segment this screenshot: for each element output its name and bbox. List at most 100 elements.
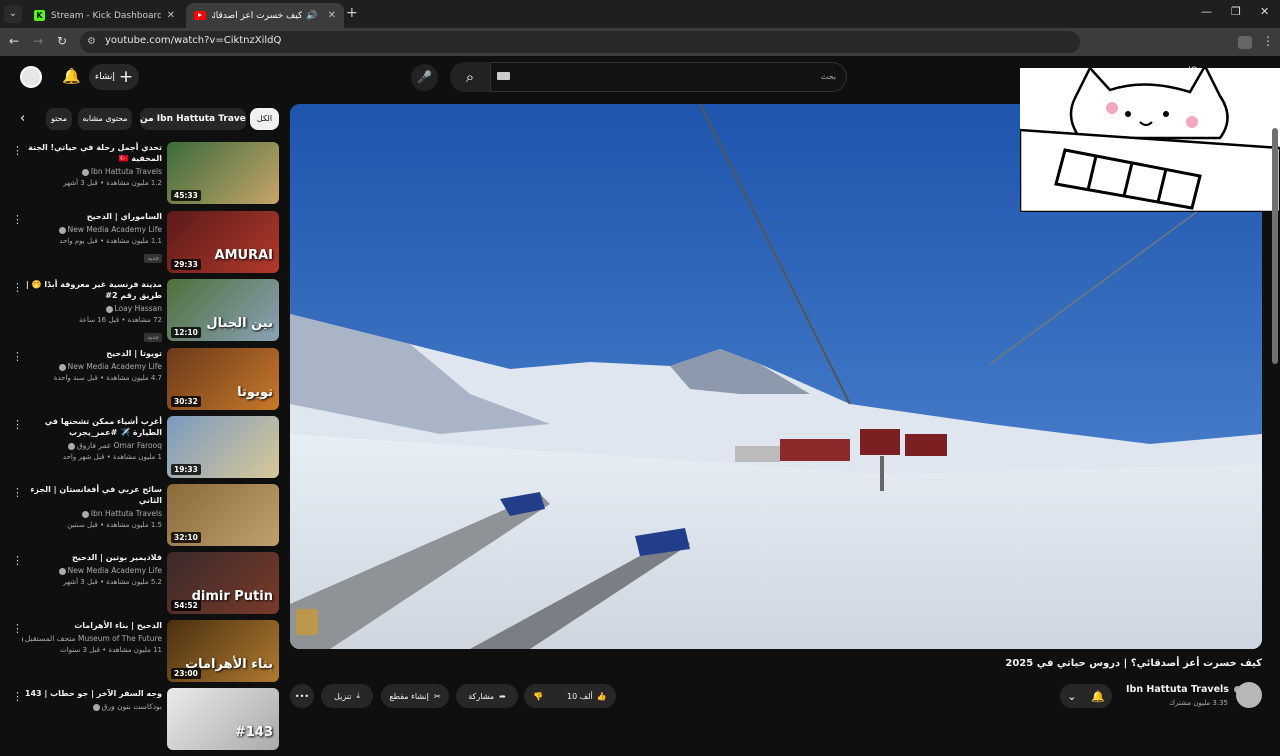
thumbnail-text: AMURAI xyxy=(214,248,273,263)
chip-related-partial[interactable]: محتو xyxy=(46,108,72,130)
channel-name[interactable]: Ibn Hattuta Travels xyxy=(1126,684,1242,695)
subscription-bell-button[interactable]: ⌄ 🔔 xyxy=(1060,684,1112,708)
channel-name[interactable]: New Media Academy Life xyxy=(22,225,162,234)
voice-search-icon[interactable]: 🎤 xyxy=(411,64,438,91)
thumbnail-text: تويوتا xyxy=(237,385,273,400)
channel-name[interactable]: Museum of The Future متحف المستقبل xyxy=(22,634,162,643)
plus-icon: + xyxy=(118,66,134,87)
video-title[interactable]: الدحيح | بناء الأهرامات xyxy=(22,620,162,631)
url-field[interactable]: ⚙ youtube.com/watch?v=CiktnzXildQ xyxy=(80,31,1080,53)
share-label: مشاركة xyxy=(468,691,495,701)
share-button[interactable]: مشاركة ➦ xyxy=(456,684,518,708)
list-item[interactable]: ⋮ أغرب أشياء ممكن تشحنها في الطيارة ✈️ #ع… xyxy=(0,416,282,484)
chip-from-channel[interactable]: من Ibn Hattuta Travels xyxy=(140,108,246,130)
more-actions-button[interactable]: ••• xyxy=(290,684,314,708)
forward-icon[interactable]: → xyxy=(33,34,43,48)
chip-similar[interactable]: محتوى مشابه xyxy=(78,108,132,130)
chip-all[interactable]: الكل xyxy=(250,108,279,130)
tab-search-button[interactable]: ⌄ xyxy=(4,5,22,23)
extension-icon[interactable] xyxy=(1238,36,1252,49)
close-window-icon[interactable]: ✕ xyxy=(1260,5,1269,18)
url-text: youtube.com/watch?v=CiktnzXildQ xyxy=(105,35,282,46)
channel-name[interactable]: Ibn Hattuta Travels xyxy=(22,167,162,176)
tab-kick-dashboard[interactable]: K Stream - Kick Dashboard ✕ xyxy=(26,3,183,28)
clip-button[interactable]: إنشاء مقطع ✂ xyxy=(381,684,449,708)
list-item[interactable]: ⋮ سائح عربي في أفغانستان | الجزء الثاني Ib… xyxy=(0,484,282,552)
share-icon: ➦ xyxy=(499,691,506,701)
channel-avatar[interactable] xyxy=(1236,682,1262,708)
dislike-icon[interactable]: 👎 xyxy=(533,692,543,701)
reload-icon[interactable]: ↻ xyxy=(57,34,67,48)
account-avatar[interactable] xyxy=(20,66,42,88)
video-thumbnail[interactable]: AMURAI 29:33 xyxy=(167,211,279,273)
video-title[interactable]: أغرب أشياء ممكن تشحنها في الطيارة ✈️ #عم… xyxy=(22,416,162,438)
like-button[interactable]: 10 ألف 👍 xyxy=(567,692,607,701)
list-item[interactable]: ⋮ تحدي أجمل رحلة في حياتي! الجنة المخفية … xyxy=(0,142,282,210)
video-thumbnail[interactable]: #143 xyxy=(167,688,279,750)
search-icon[interactable]: ⌕ xyxy=(450,62,490,92)
download-label: تنزيل xyxy=(334,691,352,701)
create-button[interactable]: إنشاء + xyxy=(89,64,139,90)
video-info: الساموراي | الدحيح New Media Academy Life… xyxy=(22,211,162,264)
video-title[interactable]: تحدي أجمل رحلة في حياتي! الجنة المخفية 🇹… xyxy=(22,142,162,164)
channel-watermark[interactable] xyxy=(296,609,318,635)
browser-menu-icon[interactable]: ⋮ xyxy=(1262,34,1274,48)
video-thumbnail[interactable]: dimir Putin 54:52 xyxy=(167,552,279,614)
close-icon[interactable]: ✕ xyxy=(167,10,175,21)
more-options-icon[interactable]: ⋮ xyxy=(12,622,23,635)
video-title[interactable]: الساموراي | الدحيح xyxy=(22,211,162,222)
channel-name[interactable]: Omar Farooq عمر فاروق xyxy=(22,441,162,450)
page-scrollbar[interactable] xyxy=(1272,128,1278,364)
more-options-icon[interactable]: ⋮ xyxy=(12,690,23,703)
list-item[interactable]: ⋮ الساموراي | الدحيح New Media Academy Lif… xyxy=(0,211,282,279)
video-title[interactable]: سائح عربي في أفغانستان | الجزء الثاني xyxy=(22,484,162,506)
tab-title: Stream - Kick Dashboard xyxy=(51,10,161,21)
video-thumbnail[interactable]: 19:33 xyxy=(167,416,279,478)
channel-name[interactable]: New Media Academy Life xyxy=(22,362,162,371)
notifications-icon[interactable]: 🔔 xyxy=(62,67,81,85)
verified-icon xyxy=(67,442,75,450)
video-title[interactable]: فلاديمير بوتين | الدحيح xyxy=(22,552,162,563)
video-title[interactable]: مدينة فرنسية غير معروفة أبدًا 🤭 | طريق ر… xyxy=(22,279,162,301)
more-options-icon[interactable]: ⋮ xyxy=(12,418,23,431)
video-thumbnail[interactable]: 45:33 xyxy=(167,142,279,204)
speaker-icon[interactable]: 🔊 xyxy=(306,11,317,21)
keyboard-icon[interactable] xyxy=(497,72,510,80)
channel-name[interactable]: New Media Academy Life xyxy=(22,566,162,575)
duration-badge: 32:10 xyxy=(171,532,201,543)
video-title[interactable]: تويوتا | الدحيح xyxy=(22,348,162,359)
address-bar-row: ← → ↻ ⚙ youtube.com/watch?v=CiktnzXildQ … xyxy=(0,28,1280,56)
list-item[interactable]: ⋮ فلاديمير بوتين | الدحيح New Media Academ… xyxy=(0,552,282,620)
video-thumbnail[interactable]: بين الجبال 12:10 xyxy=(167,279,279,341)
more-options-icon[interactable]: ⋮ xyxy=(12,554,23,567)
minimize-icon[interactable]: — xyxy=(1201,5,1212,18)
video-thumbnail[interactable]: بناء الأهرامات 23:00 xyxy=(167,620,279,682)
video-thumbnail[interactable]: 32:10 xyxy=(167,484,279,546)
site-info-icon[interactable]: ⚙ xyxy=(87,36,96,47)
video-meta: 4.7 مليون مشاهدة • قبل سنة واحدة xyxy=(53,374,162,382)
chevron-left-icon[interactable]: ‹ xyxy=(20,111,25,126)
video-thumbnail[interactable]: تويوتا 30:32 xyxy=(167,348,279,410)
channel-name-text: New Media Academy Life xyxy=(67,225,162,234)
new-tab-button[interactable]: + xyxy=(346,5,358,21)
more-options-icon[interactable]: ⋮ xyxy=(12,281,23,294)
verified-icon xyxy=(22,635,23,643)
list-item[interactable]: ⋮ الدحيح | بناء الأهرامات Museum of The Fu… xyxy=(0,620,282,688)
more-options-icon[interactable]: ⋮ xyxy=(12,486,23,499)
channel-name[interactable]: Ibn Hattuta Travels xyxy=(22,509,162,518)
tab-youtube-video[interactable]: كيف خسرت أعز أصدقائي؟ | د 🔊 ✕ xyxy=(186,3,344,28)
download-button[interactable]: تنزيل ⤓ xyxy=(321,684,373,708)
back-icon[interactable]: ← xyxy=(9,34,19,48)
channel-name[interactable]: بودكاست بتون ورق xyxy=(22,702,162,711)
more-options-icon[interactable]: ⋮ xyxy=(12,213,23,226)
list-item[interactable]: ⋮ تويوتا | الدحيح New Media Academy Life 4.… xyxy=(0,348,282,416)
maximize-icon[interactable]: ❐ xyxy=(1231,5,1241,18)
list-item[interactable]: ⋮ مدينة فرنسية غير معروفة أبدًا 🤭 | طريق … xyxy=(0,279,282,347)
more-options-icon[interactable]: ⋮ xyxy=(12,350,23,363)
channel-name[interactable]: Loay Hassan xyxy=(22,304,162,313)
more-options-icon[interactable]: ⋮ xyxy=(12,144,23,157)
search-input[interactable]: بحث xyxy=(490,62,847,92)
video-title[interactable]: وجه السفر الآخر | جو حطاب | 143 xyxy=(22,688,162,699)
close-icon[interactable]: ✕ xyxy=(328,10,336,21)
list-item[interactable]: ⋮ وجه السفر الآخر | جو حطاب | 143 بودكاست … xyxy=(0,688,282,756)
